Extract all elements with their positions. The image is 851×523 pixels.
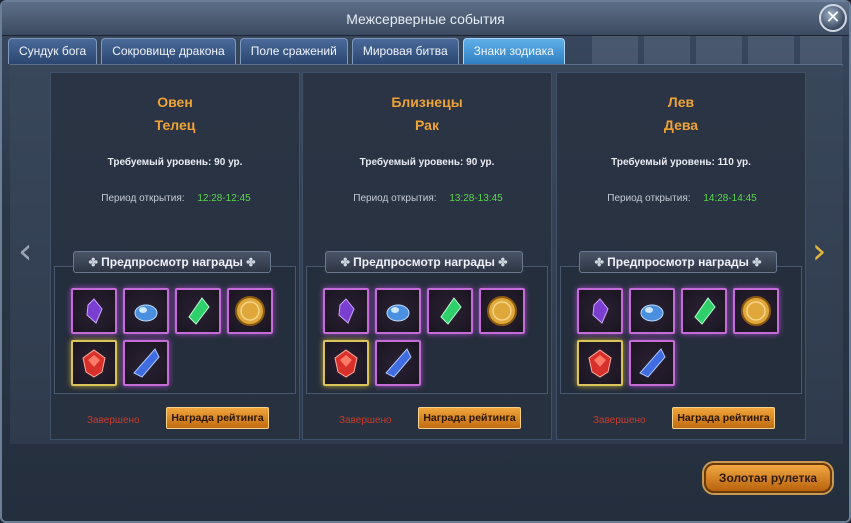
- reward-preview-header: ✤ Предпросмотр награды ✤: [325, 251, 523, 273]
- status-completed: Завершено: [87, 415, 140, 426]
- period-time: 13:28-13:45: [449, 193, 503, 204]
- blue-shard-icon: [385, 348, 412, 378]
- reward-item-slot[interactable]: [375, 340, 421, 386]
- zodiac-sign-1: Близнецы: [391, 94, 463, 110]
- reward-item-slot[interactable]: [71, 288, 117, 334]
- reward-item-slot[interactable]: [123, 340, 169, 386]
- zodiac-card: Близнецы Рак Требуемый уровень: 90 ур. П…: [302, 72, 552, 440]
- ornament-icon: ✤: [340, 257, 350, 269]
- required-level: Требуемый уровень: 90 ур.: [107, 157, 243, 168]
- blue-ore-icon: [386, 304, 410, 322]
- blue-ore-icon: [134, 304, 158, 322]
- gold-coin-icon: [235, 296, 265, 326]
- zodiac-card: Овен Телец Требуемый уровень: 90 ур. Пер…: [50, 72, 300, 440]
- golden-roulette-button[interactable]: Золотая рулетка: [704, 463, 832, 493]
- reward-item-slot[interactable]: [123, 288, 169, 334]
- tab-world-battle[interactable]: Мировая битва: [351, 38, 459, 64]
- reward-item-slot[interactable]: [375, 288, 421, 334]
- prev-arrow-icon[interactable]: ‹: [18, 234, 40, 274]
- zodiac-sign-2: Телец: [154, 117, 196, 133]
- reward-item-slot[interactable]: [681, 288, 727, 334]
- event-tabs: Сундук бога Сокровище дракона Поле сраже…: [8, 38, 565, 64]
- green-crystal-icon: [694, 297, 716, 325]
- reward-item-slot[interactable]: [427, 288, 473, 334]
- ornament-icon: ✤: [752, 257, 762, 269]
- reward-item-slot[interactable]: [323, 340, 369, 386]
- required-level: Требуемый уровень: 90 ур.: [359, 157, 495, 168]
- reward-preview-header: ✤ Предпросмотр награды ✤: [73, 251, 271, 273]
- period-label: Период открытия:: [353, 193, 437, 204]
- zodiac-sign-1: Лев: [667, 94, 695, 110]
- red-gem-icon: [588, 349, 612, 378]
- gold-coin-icon: [741, 296, 771, 326]
- reward-item-slot[interactable]: [227, 288, 273, 334]
- ranking-reward-button[interactable]: Награда рейтинга: [166, 407, 269, 429]
- blue-ore-icon: [640, 304, 664, 322]
- reward-item-slot[interactable]: [629, 340, 675, 386]
- period-time: 12:28-12:45: [197, 193, 251, 204]
- ornament-icon: ✤: [594, 257, 604, 269]
- reward-item-slot[interactable]: [577, 340, 623, 386]
- background-tabs-decoration: [592, 36, 842, 66]
- reward-item-slot[interactable]: [175, 288, 221, 334]
- ornament-icon: ✤: [498, 257, 508, 269]
- ornament-icon: ✤: [88, 257, 98, 269]
- ranking-reward-button[interactable]: Награда рейтинга: [672, 407, 775, 429]
- reward-item-slot[interactable]: [733, 288, 779, 334]
- status-completed: Завершено: [593, 415, 646, 426]
- open-period: Период открытия: 13:28-13:45: [303, 193, 553, 204]
- reward-preview-label: Предпросмотр награды: [607, 255, 749, 269]
- events-window: Межсерверные события ✕ Сундук бога Сокро…: [0, 0, 851, 523]
- next-arrow-icon[interactable]: ›: [812, 234, 834, 274]
- reward-item-slot[interactable]: [323, 288, 369, 334]
- gold-coin-icon: [487, 296, 517, 326]
- reward-preview-label: Предпросмотр награды: [101, 255, 243, 269]
- ornament-icon: ✤: [246, 257, 256, 269]
- blue-shard-icon: [133, 348, 160, 378]
- purple-crystal-icon: [86, 298, 103, 324]
- zodiac-sign-2: Дева: [663, 117, 699, 133]
- reward-item-slot[interactable]: [71, 340, 117, 386]
- required-level: Требуемый уровень: 110 ур.: [611, 157, 751, 168]
- ranking-reward-button[interactable]: Награда рейтинга: [418, 407, 521, 429]
- zodiac-sign-2: Рак: [415, 117, 439, 133]
- purple-crystal-icon: [592, 298, 609, 324]
- reward-item-slot[interactable]: [479, 288, 525, 334]
- zodiac-sign-1: Овен: [157, 94, 193, 110]
- reward-item-slot[interactable]: [629, 288, 675, 334]
- tab-god-chest[interactable]: Сундук бога: [8, 38, 98, 64]
- tab-dragon-treasure[interactable]: Сокровище дракона: [101, 38, 236, 64]
- red-gem-icon: [82, 349, 106, 378]
- open-period: Период открытия: 14:28-14:45: [557, 193, 807, 204]
- open-period: Период открытия: 12:28-12:45: [51, 193, 301, 204]
- close-button[interactable]: ✕: [819, 4, 847, 32]
- green-crystal-icon: [440, 297, 462, 325]
- tab-zodiac-signs[interactable]: Знаки зодиака: [462, 38, 565, 64]
- window-title: Межсерверные события: [2, 2, 849, 36]
- close-icon: ✕: [825, 7, 841, 28]
- purple-crystal-icon: [338, 298, 355, 324]
- green-crystal-icon: [188, 297, 210, 325]
- reward-preview-header: ✤ Предпросмотр награды ✤: [579, 251, 777, 273]
- reward-items: [577, 288, 787, 386]
- period-label: Период открытия:: [101, 193, 185, 204]
- period-label: Период открытия:: [607, 193, 691, 204]
- reward-preview-label: Предпросмотр награды: [353, 255, 495, 269]
- reward-item-slot[interactable]: [577, 288, 623, 334]
- tab-battlefield[interactable]: Поле сражений: [239, 38, 348, 64]
- red-gem-icon: [334, 349, 358, 378]
- reward-items: [323, 288, 533, 386]
- reward-items: [71, 288, 281, 386]
- status-completed: Завершено: [339, 415, 392, 426]
- blue-shard-icon: [639, 348, 666, 378]
- period-time: 14:28-14:45: [703, 193, 757, 204]
- zodiac-card: Лев Дева Требуемый уровень: 110 ур. Пери…: [556, 72, 806, 440]
